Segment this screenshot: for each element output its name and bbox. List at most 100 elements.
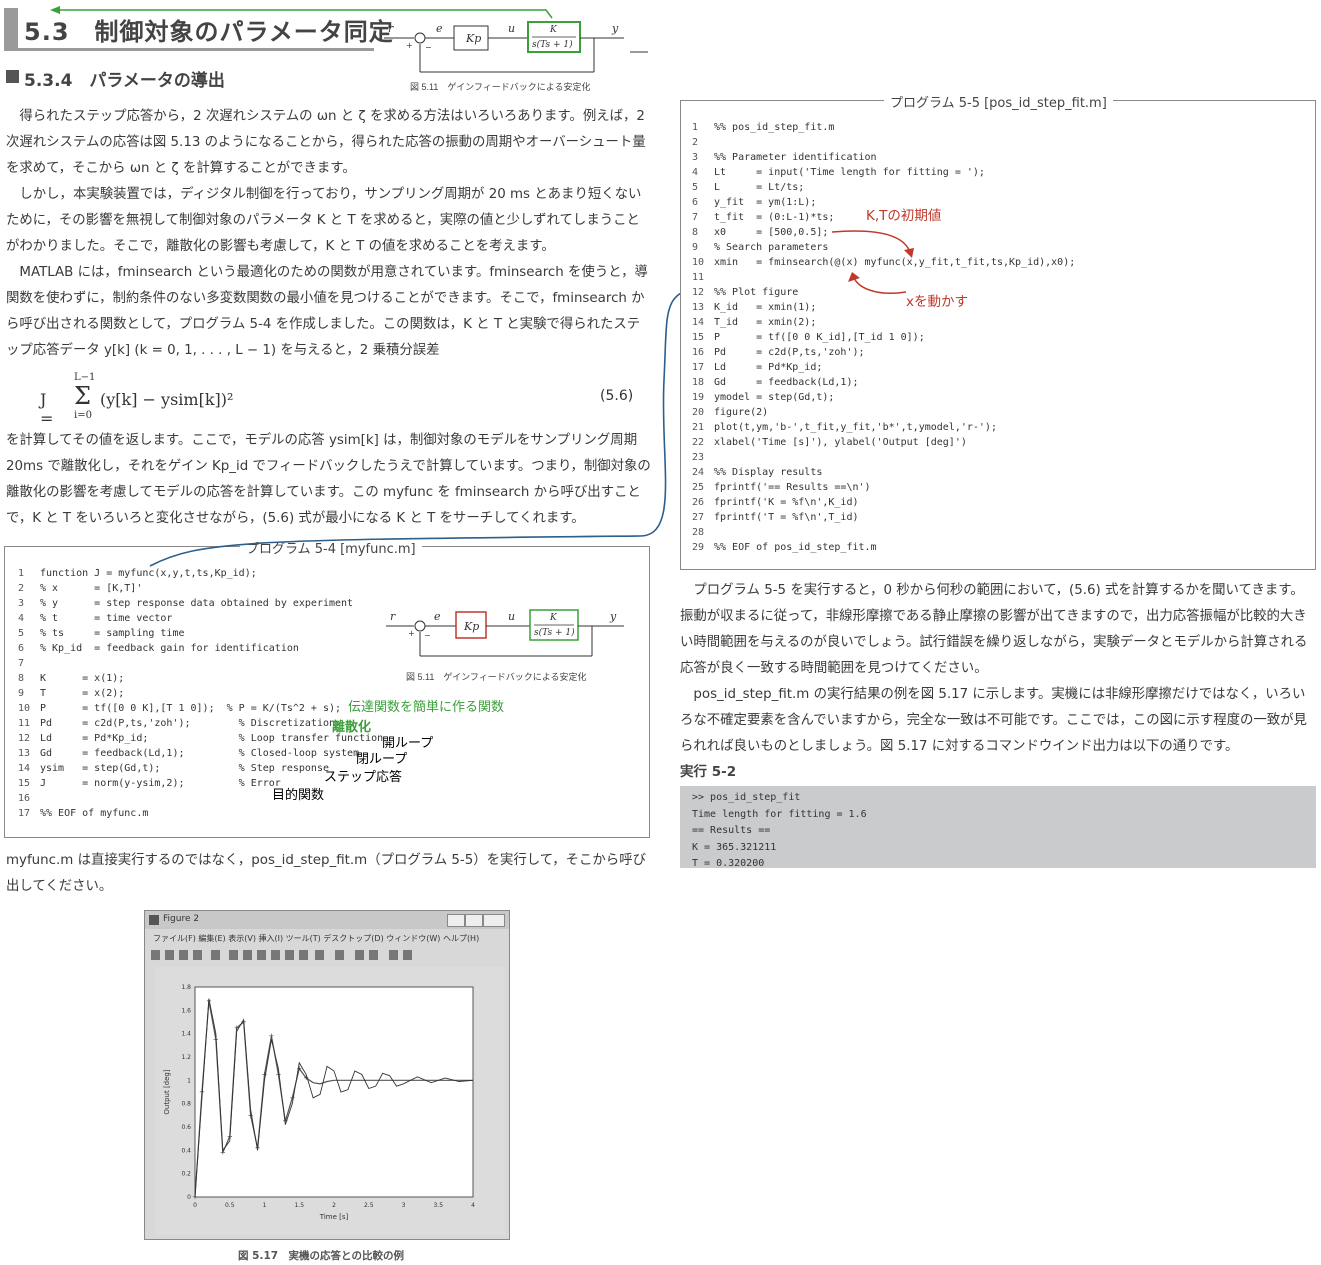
line-number: 3 xyxy=(692,152,699,163)
line-number: 15 xyxy=(18,778,31,789)
code-line: 13 K_id = xmin(1); xyxy=(692,300,1075,315)
close-button[interactable] xyxy=(483,914,505,927)
line-number: 20 xyxy=(692,407,705,418)
code-text: xlabel('Time [s]'), ylabel('Output [deg]… xyxy=(714,437,967,448)
code-line: 6 % Kp_id = feedback gain for identificat… xyxy=(18,641,383,656)
command-window-output: >> pos_id_step_fit Time length for fittin… xyxy=(680,786,1316,869)
x-tick-label: 2.5 xyxy=(364,1202,374,1209)
code-line: 8 K = x(1); xyxy=(18,671,383,686)
code-text: plot(t,ym,'b-',t_fit,y_fit,'b*',t,ymodel… xyxy=(714,422,997,433)
code-line: 21 plot(t,ym,'b-',t_fit,y_fit,'b*',t,ymod… xyxy=(692,420,1075,435)
line-number: 19 xyxy=(692,392,705,403)
exec-label: 実行 5-2 xyxy=(680,764,737,780)
x-tick-label: 0 xyxy=(193,1202,197,1209)
annotation-error: 目的関数 xyxy=(272,788,325,803)
line-number: 5 xyxy=(692,182,699,193)
code-text: %% EOF of myfunc.m xyxy=(40,808,149,819)
code-line: 4 % t = time vector xyxy=(18,611,383,626)
code-text: % Kp_id = feedback gain for identificati… xyxy=(40,643,299,654)
line-number: 9 xyxy=(692,242,699,253)
inner-plant-num: K xyxy=(549,613,558,623)
code-line: 23 xyxy=(692,450,1075,465)
code-line: 15 P = tf([0 0 K_id],[T_id 1 0]); xyxy=(692,330,1075,345)
code-text: Gd = feedback(Ld,1); xyxy=(714,377,859,388)
code-text: x0 = [500,0.5]; xyxy=(714,227,829,238)
axes-box xyxy=(194,986,474,1198)
toolbar-icons[interactable] xyxy=(145,947,509,963)
code-text: ymodel = step(Gd,t); xyxy=(714,392,835,403)
line-number: 12 xyxy=(18,733,31,744)
line-number: 2 xyxy=(692,137,699,148)
figure-menu-items[interactable]: ファイル(F) 編集(E) 表示(V) 挿入(I) ツール(T) デスクトップ(… xyxy=(153,933,479,944)
code-text: y_fit = ym(1:L); xyxy=(714,197,817,208)
code-line: 1 %% pos_id_step_fit.m xyxy=(692,120,1075,135)
line-number: 7 xyxy=(18,658,25,669)
x-tick-label: 1.5 xyxy=(294,1202,304,1209)
code-line: 20 figure(2) xyxy=(692,405,1075,420)
code-line: 2 xyxy=(692,135,1075,150)
line-number: 9 xyxy=(18,688,25,699)
figure-window-title: Figure 2 xyxy=(163,914,200,924)
line-number: 4 xyxy=(18,613,25,624)
console-line: Time length for fitting = 1.6 xyxy=(692,808,867,820)
line-number: 21 xyxy=(692,422,705,433)
code-text: figure(2) xyxy=(714,407,769,418)
program-5-5-code: 1%% pos_id_step_fit.m 2 3%% Parameter iden… xyxy=(692,120,1075,555)
y-tick-label: 0.8 xyxy=(181,1101,191,1108)
line-number: 13 xyxy=(18,748,31,759)
line-number: 18 xyxy=(692,377,705,388)
code-line: 24 %% Display results xyxy=(692,465,1075,480)
code-text: % Search parameters xyxy=(714,242,829,253)
code-line: 7 xyxy=(18,656,383,671)
code-line: 17 %% EOF of myfunc.m xyxy=(18,806,383,821)
code-line: 19 ymodel = step(Gd,t); xyxy=(692,390,1075,405)
line-number: 29 xyxy=(692,542,705,553)
code-line: 14 T_id = xmin(2); xyxy=(692,315,1075,330)
code-line: 27 fprintf('T = %f\n',T_id) xyxy=(692,510,1075,525)
line-number: 28 xyxy=(692,527,705,538)
code-line: 26 fprintf('K = %f\n',K_id) xyxy=(692,495,1075,510)
y-tick-label: 1.6 xyxy=(181,1007,191,1014)
y-axis-label: Output [deg] xyxy=(163,1069,171,1114)
code-line: 3 %% Parameter identification xyxy=(692,150,1075,165)
inner-label-u: u xyxy=(508,610,515,623)
line-number: 11 xyxy=(18,718,31,729)
code-line: 18 Gd = feedback(Ld,1); xyxy=(692,375,1075,390)
figure-toolbar[interactable] xyxy=(145,947,509,963)
code-text: %% EOF of pos_id_step_fit.m xyxy=(714,542,877,553)
y-tick-label: 1 xyxy=(187,1077,191,1084)
code-text: Gd = feedback(Ld,1); % Closed-loop syste… xyxy=(40,748,360,759)
figure-menubar[interactable]: ファイル(F) 編集(E) 表示(V) 挿入(I) ツール(T) デスクトップ(… xyxy=(145,931,509,945)
line-number: 12 xyxy=(692,287,705,298)
console-line: >> pos_id_step_fit xyxy=(692,792,801,803)
y-tick-label: 1.8 xyxy=(181,984,191,991)
right-paragraph-1: プログラム 5-5 を実行すると，0 秒から何秒の範囲において，(5.6) 式を… xyxy=(680,583,1308,676)
code-line: 28 xyxy=(692,525,1075,540)
code-text: T_id = xmin(2); xyxy=(714,317,817,328)
line-number: 14 xyxy=(18,763,31,774)
minimize-button[interactable] xyxy=(447,914,465,927)
line-number: 6 xyxy=(692,197,699,208)
inner-plus: + xyxy=(408,629,415,638)
line-number: 22 xyxy=(692,437,705,448)
annotation-tf: 伝達関数を簡単に作る関数 xyxy=(348,700,505,715)
program-5-5-title: プログラム 5-5 [pos_id_step_fit.m] xyxy=(884,92,1113,111)
plot-area: 0 0.5 1 1.5 2 2.5 3 3.5 4 0 0.2 0.4 0.6 0.8 1 1.2 1.4 1.6… xyxy=(155,967,505,1235)
code-text: fprintf('K = %f\n',K_id) xyxy=(714,497,859,508)
x-tick-label: 4 xyxy=(471,1202,475,1209)
x-tick-label: 3.5 xyxy=(433,1202,443,1209)
y-tick-label: 0 xyxy=(187,1194,191,1201)
response-chart: 0 0.5 1 1.5 2 2.5 3 3.5 4 0 0.2 0.4 0.6 0.8 1 1.2 1.4 1.6… xyxy=(163,984,475,1221)
inner-label-y: y xyxy=(609,610,617,623)
code-line: 16 Pd = c2d(P,ts,'zoh'); xyxy=(692,345,1075,360)
x-tick-label: 2 xyxy=(332,1202,336,1209)
x-axis-label: Time [s] xyxy=(319,1213,349,1221)
line-number: 10 xyxy=(692,257,705,268)
code-text: Lt = input('Time length for fitting = ')… xyxy=(714,167,985,178)
console-lines: >> pos_id_step_fit Time length for fittin… xyxy=(680,786,1316,877)
line-number: 13 xyxy=(692,302,705,313)
console-line: == Results == xyxy=(692,825,771,836)
code-line: 5 % ts = sampling time xyxy=(18,626,383,641)
maximize-button[interactable] xyxy=(465,914,483,927)
inner-label-r: r xyxy=(390,610,396,623)
